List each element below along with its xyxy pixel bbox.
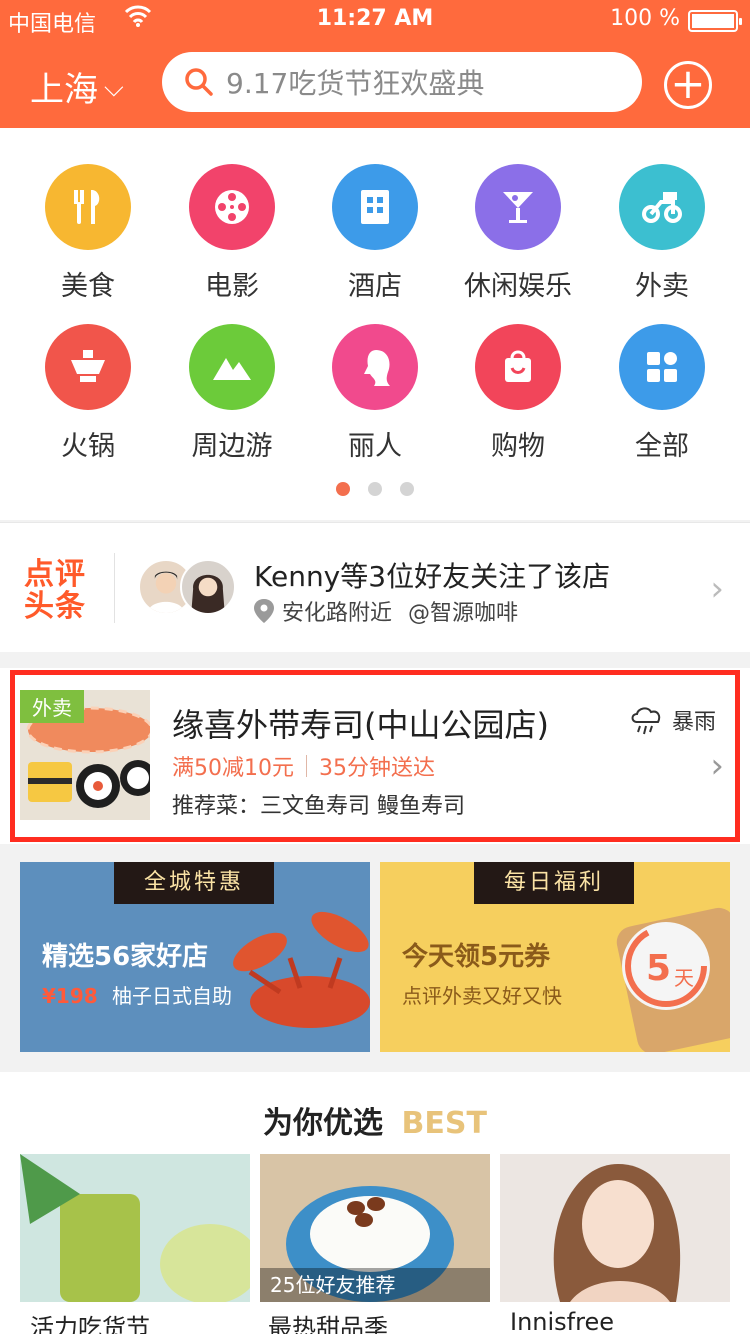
promo-banners: 全城特惠 精选56家好店 ¥198 柚子日式自助 5 天 每日福利 今天领5元券…	[0, 844, 750, 1068]
shopping-bag-icon	[475, 324, 561, 410]
battery-icon	[688, 10, 742, 32]
lobster-image	[233, 911, 370, 1028]
banner-city-deals[interactable]: 全城特惠 精选56家好店 ¥198 柚子日式自助	[20, 862, 370, 1052]
discount-text: 满50减10元	[172, 756, 294, 781]
page-indicator	[0, 482, 750, 496]
takeaway-card[interactable]: 外卖 缘喜外带寿司(中山公园店) 暴雨 满50减10元 35分钟送达 推荐菜：三…	[0, 668, 750, 844]
category-shopping[interactable]: 购物	[453, 324, 583, 463]
category-label: 购物	[491, 431, 545, 462]
best-tile-title: 最热甜品季	[268, 1314, 388, 1334]
banner-badge: 全城特惠	[114, 862, 274, 904]
category-label: 美食	[61, 271, 115, 302]
city-selector[interactable]: 上海 ⌵	[30, 62, 124, 111]
best-tile[interactable]: 25位好友推荐	[260, 1154, 490, 1302]
grid-icon	[619, 324, 705, 410]
woman-face-icon	[332, 324, 418, 410]
promo-row: 满50减10元 35分钟送达	[172, 750, 435, 782]
page-dot-active	[336, 482, 350, 496]
best-title: 为你优选	[263, 1106, 384, 1141]
add-button[interactable]: +	[664, 61, 712, 109]
cutlery-icon	[45, 164, 131, 250]
best-picks: 为你优选 BEST 活力吃货节 25位好友推荐 最热甜品季 Innisfree	[0, 1072, 750, 1334]
banner-daily-benefit[interactable]: 5 天 每日福利 今天领5元券 点评外卖又好又快	[380, 862, 730, 1052]
stamp-unit: 天	[674, 966, 694, 990]
category-label: 周边游	[191, 431, 273, 462]
headline-shop: @智源咖啡	[408, 601, 519, 626]
headline-text: Kenny等3位好友关注了该店	[254, 560, 611, 593]
category-label: 丽人	[348, 431, 402, 462]
best-tile[interactable]	[20, 1154, 250, 1302]
best-tile-title: 活力吃货节	[30, 1314, 150, 1334]
weather-label: 暴雨	[671, 710, 716, 735]
category-movie[interactable]: 电影	[167, 164, 297, 303]
headline-location: 安化路附近	[282, 601, 393, 626]
weather-info: 暴雨	[628, 704, 716, 736]
banner-price: ¥198	[42, 984, 98, 1008]
model-portrait-image	[500, 1154, 730, 1302]
chevron-right-icon: ›	[710, 569, 724, 609]
headline-brand: 点评 头条	[24, 559, 86, 623]
mountain-icon	[189, 324, 275, 410]
category-label: 火锅	[61, 431, 115, 462]
category-label: 酒店	[348, 271, 402, 302]
banner-sub: 点评外卖又好又快	[402, 984, 562, 1008]
takeout-tag: 外卖	[20, 690, 84, 723]
category-label: 电影	[205, 271, 259, 302]
category-hotpot[interactable]: 火锅	[23, 324, 153, 463]
category-leisure[interactable]: 休闲娱乐	[453, 164, 583, 303]
battery-percent: 100 %	[610, 6, 680, 31]
tile-overlay: 25位好友推荐	[260, 1268, 490, 1302]
chevron-down-icon: ⌵	[104, 73, 124, 103]
page-dot	[400, 482, 414, 496]
category-takeout[interactable]: 外卖	[597, 164, 727, 303]
banner-sub: 柚子日式自助	[112, 984, 233, 1008]
search-placeholder: 9.17吃货节狂欢盛典	[226, 67, 485, 100]
category-label: 全部	[635, 431, 689, 462]
banner-headline: 今天领5元券	[402, 942, 551, 972]
city-label: 上海	[30, 70, 98, 110]
delivery-time: 35分钟送达	[319, 756, 435, 781]
headline-meta: 安化路附近 @智源咖啡	[254, 595, 518, 627]
brand-line-2: 头条	[24, 589, 86, 624]
best-heading: 为你优选 BEST	[0, 1098, 750, 1142]
category-all[interactable]: 全部	[597, 324, 727, 463]
recommended-dishes: 推荐菜：三文鱼寿司 鳗鱼寿司	[172, 794, 465, 819]
chevron-right-icon: ›	[710, 746, 724, 786]
search-icon	[185, 68, 213, 96]
best-title-en: BEST	[401, 1106, 487, 1141]
category-hotel[interactable]: 酒店	[310, 164, 440, 303]
category-travel[interactable]: 周边游	[167, 324, 297, 463]
avatar	[180, 559, 236, 615]
brand-line-1: 点评	[24, 557, 86, 592]
stamp-number: 5	[646, 948, 672, 989]
banner-headline: 精选56家好店	[42, 942, 209, 972]
category-food[interactable]: 美食	[23, 164, 153, 303]
banner-badge: 每日福利	[474, 862, 634, 904]
headline-row[interactable]: 点评 头条 Kenny等3位好友关注了该店 安化路附近 @智源咖啡 ›	[0, 522, 750, 652]
category-beauty[interactable]: 丽人	[310, 324, 440, 463]
category-label: 外卖	[635, 271, 689, 302]
page-dot	[368, 482, 382, 496]
category-grid: 美食 电影 酒店 休闲娱乐 外卖 火锅 周边游 丽人 购物 全部	[0, 128, 750, 520]
shop-title: 缘喜外带寿司(中山公园店)	[172, 706, 549, 744]
status-bar: 中国电信 11:27 AM 100 %	[0, 0, 750, 40]
building-icon	[332, 164, 418, 250]
hotpot-icon	[45, 324, 131, 410]
top-bar: 中国电信 11:27 AM 100 % 上海 ⌵ 9.17吃货节狂欢盛典 +	[0, 0, 750, 128]
scooter-icon	[619, 164, 705, 250]
best-tile-title: Innisfree	[510, 1308, 614, 1334]
search-bar[interactable]: 9.17吃货节狂欢盛典	[162, 52, 642, 112]
divider	[114, 553, 115, 623]
rain-cloud-icon	[631, 707, 661, 735]
film-reel-icon	[189, 164, 275, 250]
banner-subline: ¥198 柚子日式自助	[42, 980, 232, 1009]
cocktail-icon	[475, 164, 561, 250]
smoothie-image	[20, 1154, 250, 1302]
location-pin-icon	[254, 599, 274, 623]
category-label: 休闲娱乐	[464, 271, 572, 302]
promo-divider	[306, 755, 307, 777]
best-tile[interactable]	[500, 1154, 730, 1302]
